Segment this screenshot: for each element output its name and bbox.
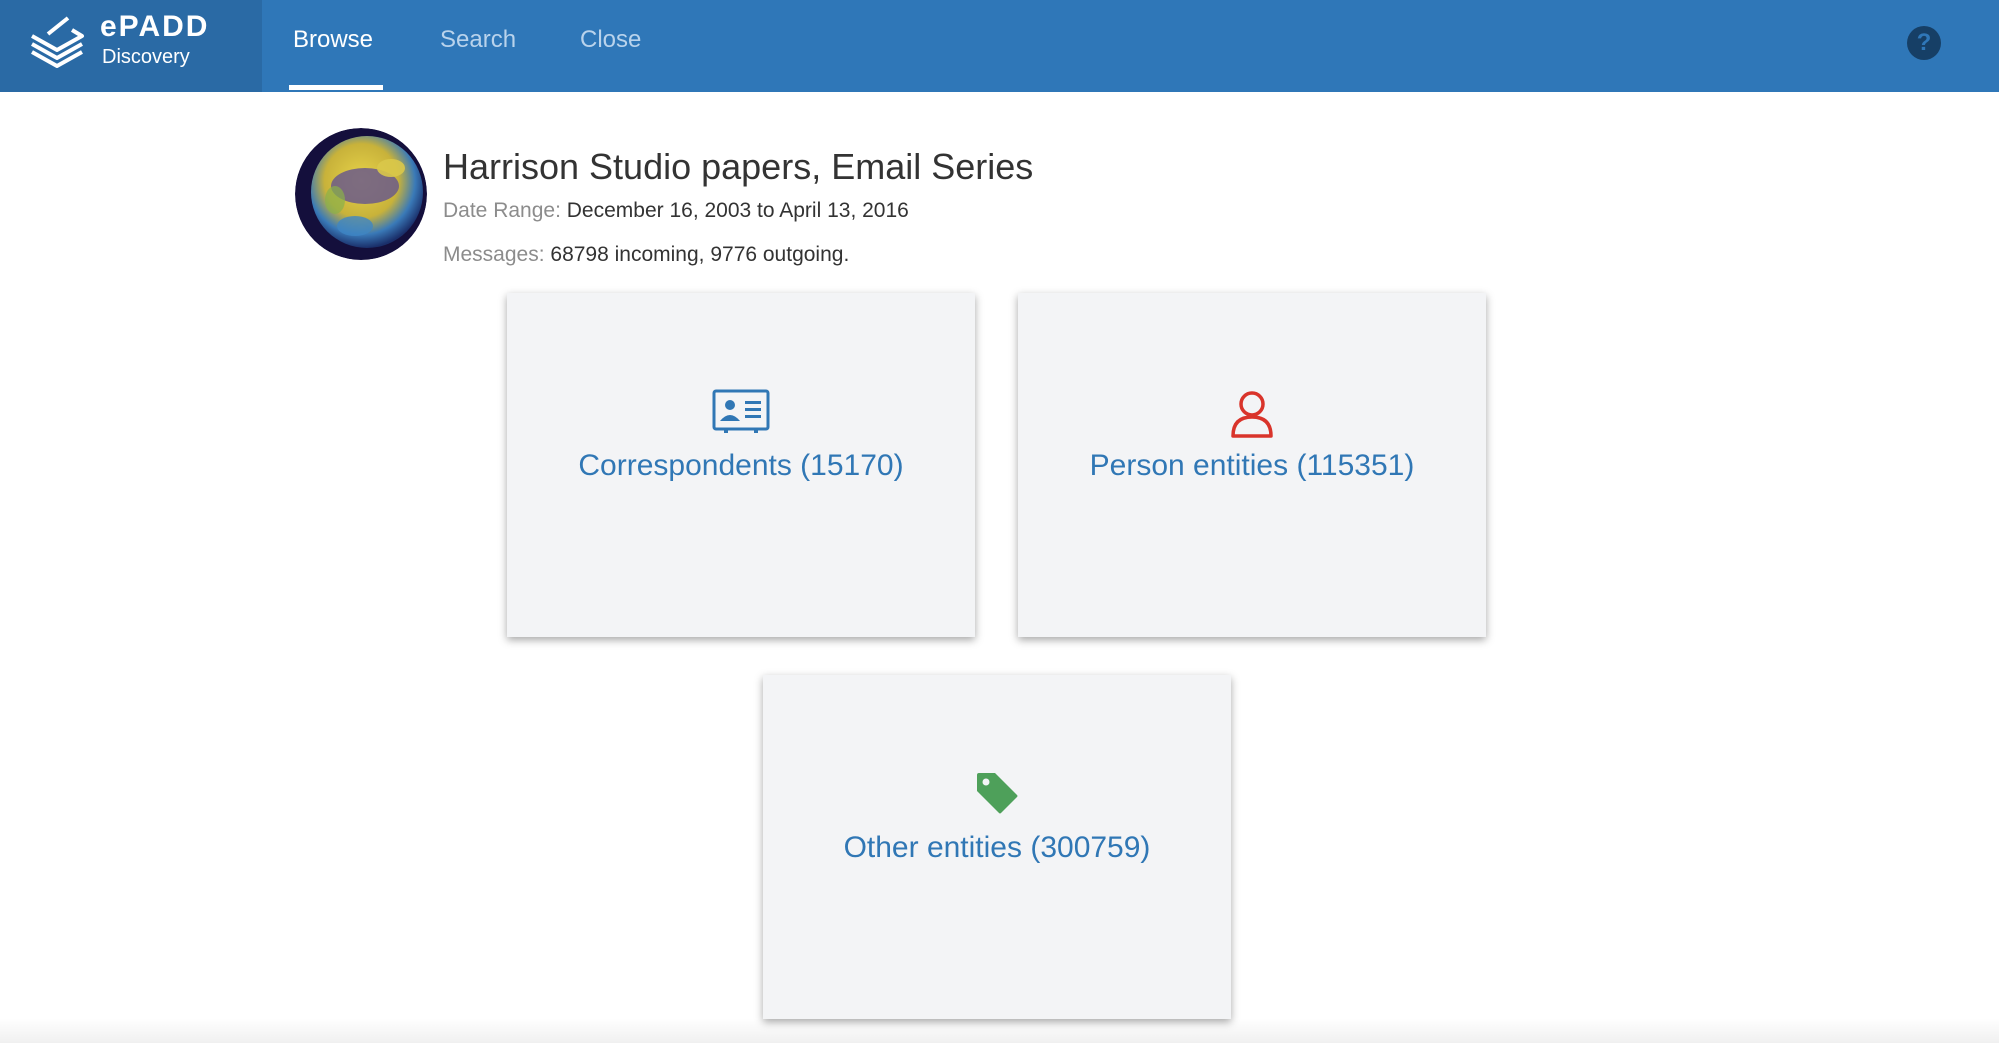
person-entities-link[interactable]: Person entities (115351) <box>1018 449 1486 483</box>
brand-subtitle: Discovery <box>102 46 190 68</box>
person-icon <box>1231 391 1273 438</box>
bottom-shadow <box>0 1018 1999 1043</box>
other-entities-card[interactable]: Other entities (300759) <box>763 675 1231 1019</box>
collection-avatar <box>295 128 427 260</box>
epadd-logo-icon <box>31 16 84 68</box>
page: ePADD Discovery Browse Search Close ? Ha… <box>0 0 1999 1043</box>
person-entities-card[interactable]: Person entities (115351) <box>1018 293 1486 637</box>
globe-image <box>295 128 427 260</box>
date-range-value: December 16, 2003 to April 13, 2016 <box>566 199 909 222</box>
collection-title: Harrison Studio papers, Email Series <box>443 146 1034 187</box>
brand-name: ePADD <box>100 10 210 43</box>
correspondents-link[interactable]: Correspondents (15170) <box>507 449 975 483</box>
messages-count: Messages: 68798 incoming, 9776 outgoing. <box>443 243 849 267</box>
messages-label: Messages: <box>443 243 545 266</box>
tag-icon <box>977 773 1018 814</box>
nav-browse[interactable]: Browse <box>293 26 373 54</box>
messages-value: 68798 incoming, 9776 outgoing. <box>550 243 850 266</box>
date-range: Date Range: December 16, 2003 to April 1… <box>443 199 909 223</box>
date-range-label: Date Range: <box>443 199 561 222</box>
other-entities-link[interactable]: Other entities (300759) <box>763 831 1231 865</box>
nav-close[interactable]: Close <box>580 26 641 54</box>
active-tab-indicator <box>289 85 383 90</box>
brand[interactable]: ePADD Discovery <box>0 0 262 92</box>
contact-card-icon <box>712 389 770 433</box>
help-icon[interactable]: ? <box>1907 26 1941 60</box>
correspondents-card[interactable]: Correspondents (15170) <box>507 293 975 637</box>
top-navbar: ePADD Discovery Browse Search Close ? <box>0 0 1999 92</box>
nav-search[interactable]: Search <box>440 26 516 54</box>
